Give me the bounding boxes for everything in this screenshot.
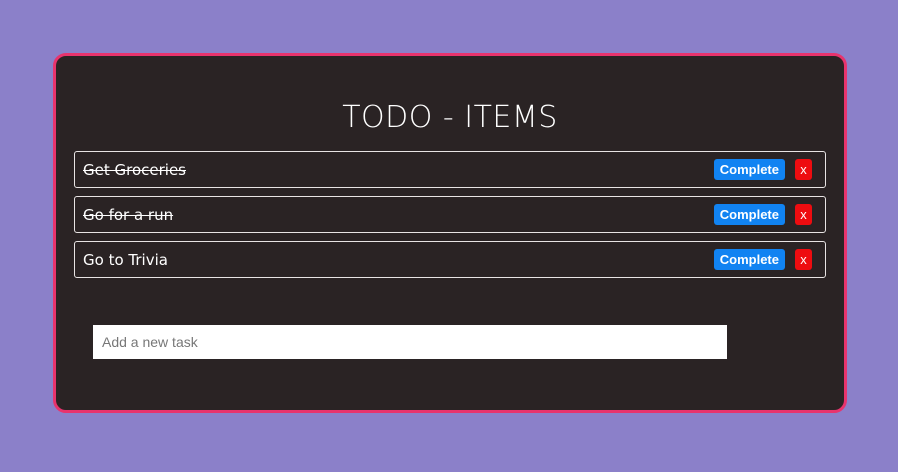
complete-button[interactable]: Complete [713,249,785,270]
todo-card: TODO - ITEMS Get Groceries Complete x Go… [53,53,847,413]
complete-button[interactable]: Complete [713,204,785,225]
todo-item: Go to Trivia Complete x [74,241,826,278]
todo-item-text: Go for a run [83,205,174,224]
delete-button[interactable]: x [795,159,812,180]
complete-button[interactable]: Complete [713,159,785,180]
todo-item: Get Groceries Complete x [74,151,826,188]
delete-button[interactable]: x [795,249,812,270]
new-task-input[interactable] [93,325,727,359]
delete-button[interactable]: x [795,204,812,225]
todo-list: Get Groceries Complete x Go for a run Co… [74,151,826,286]
todo-item-text: Go to Trivia [83,250,168,269]
todo-item: Go for a run Complete x [74,196,826,233]
page-title: TODO - ITEMS [342,100,558,135]
todo-item-text: Get Groceries [83,160,186,179]
